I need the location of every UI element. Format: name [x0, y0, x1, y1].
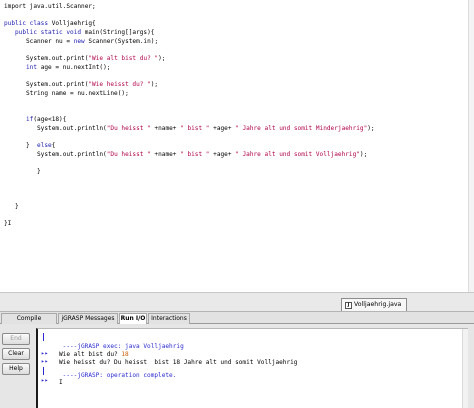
gutter-line	[43, 333, 44, 341]
message-tabs: Compile Messages jGRASP Messages Run I/O…	[0, 312, 474, 332]
code-keyword: else	[37, 142, 52, 149]
tab-compile-messages[interactable]: Compile Messages	[1, 313, 57, 332]
io-button-column: End Clear Help	[0, 324, 34, 408]
code-text: }	[4, 202, 19, 210]
code-line: if(age<18){	[4, 116, 375, 125]
code-line: public static void main(String[]args){	[4, 29, 375, 38]
console-exec-line: ----jGRASP exec: java Volljaehrig	[59, 343, 184, 350]
file-tab-bar: J Volljaehrig.java	[0, 292, 474, 312]
code-text: Volljaehrig{	[51, 20, 96, 28]
code-line: int age = nu.nextInt();	[4, 64, 375, 73]
code-text: +age+	[209, 150, 236, 158]
code-text: (age<18){	[33, 115, 67, 123]
code-text: }	[4, 142, 38, 149]
code-line: System.out.print("Wie heisst du? ");	[4, 81, 375, 90]
console-complete-line: ----jGRASP: operation complete.	[59, 372, 177, 379]
code-text: +name+	[150, 150, 181, 158]
input-arrow-icon: ▸▸	[41, 377, 49, 384]
code-string: "Du heisst "	[106, 150, 151, 158]
code-text: System.out.print(	[4, 81, 89, 89]
code-text: import java.util.Scanner;	[4, 3, 96, 10]
code-keyword: public class	[4, 20, 52, 28]
code-text: +name+	[150, 124, 181, 132]
code-line: public class Volljaehrig{	[4, 20, 375, 29]
code-line: System.out.println("Du heisst " +name+ "…	[4, 125, 375, 134]
code-text: age = nu.nextInt();	[40, 63, 111, 71]
code-line: Scanner nu = new Scanner(System.in);	[4, 38, 375, 47]
code-text: System.out.println(	[4, 124, 107, 132]
code-line: import java.util.Scanner;	[4, 3, 375, 12]
code-line: String name = nu.nextLine();	[4, 90, 375, 99]
gutter-line	[43, 367, 44, 375]
input-arrow-icon: ▸▸	[41, 358, 49, 365]
code-text: }	[4, 168, 41, 176]
user-input-text: 18	[121, 351, 129, 358]
code-text: System.out.print(	[4, 55, 89, 63]
code-line: System.out.print("Wie alt bist du? ");	[4, 55, 375, 64]
code-text: +age+	[209, 124, 236, 132]
console-scrollbar[interactable]	[462, 329, 468, 408]
code-string: " bist "	[180, 150, 210, 158]
code-line: }	[4, 168, 375, 177]
code-text: main(String[]args){	[84, 29, 155, 37]
console-output-line: Wie heisst du? Du heisst bist 18 Jahre a…	[59, 359, 298, 366]
code-text: {	[51, 142, 56, 149]
clear-button[interactable]: Clear	[2, 348, 30, 360]
io-console[interactable]: ▸▸ ▸▸ ▸▸ ----jGRASP exec: java Volljaehr…	[36, 328, 468, 408]
text-cursor: I	[7, 220, 12, 228]
code-string: "Du heisst "	[106, 124, 151, 132]
code-text: String name = nu.nextLine();	[4, 89, 129, 97]
code-line: System.out.println("Du heisst " +name+ "…	[4, 151, 375, 160]
code-text: Scanner nu =	[4, 37, 74, 45]
code-text: System.out.println(	[4, 150, 107, 158]
console-caret: I	[59, 379, 63, 386]
code-text: );	[158, 55, 166, 63]
code-string: " Jahre alt und somit Minderjaehrig"	[235, 124, 368, 132]
run-io-panel: End Clear Help ▸▸ ▸▸ ▸▸ ----jGRASP exec:…	[0, 324, 474, 408]
code-string: " Jahre alt und somit Volljaehrig"	[235, 150, 360, 158]
code-line: }	[4, 203, 375, 212]
file-tab-label: Volljaehrig.java	[354, 301, 402, 308]
console-prompt-age: Wie alt bist du? 18	[59, 351, 129, 359]
code-text: );	[367, 124, 375, 132]
code-editor[interactable]: import java.util.Scanner; public class Vo…	[0, 0, 474, 292]
end-button[interactable]: End	[2, 333, 30, 345]
code-text: Scanner(System.in);	[88, 37, 159, 45]
code-line: } else{	[4, 142, 375, 151]
source-code[interactable]: import java.util.Scanner; public class Vo…	[4, 3, 375, 229]
code-text: );	[150, 81, 159, 89]
code-keyword: new	[73, 37, 89, 45]
prompt-text: Wie alt bist du?	[59, 351, 122, 358]
code-string: "Wie heisst du? "	[88, 81, 151, 89]
code-line: }I	[4, 220, 375, 229]
code-text: );	[359, 150, 368, 158]
file-tab-volljaehrig[interactable]: J Volljaehrig.java	[341, 298, 407, 311]
help-button[interactable]: Help	[2, 363, 30, 375]
code-string: " bist "	[180, 124, 210, 132]
code-keyword: int	[26, 63, 41, 71]
input-arrow-icon: ▸▸	[41, 350, 49, 357]
tab-interactions[interactable]: Interactions	[148, 313, 190, 324]
code-keyword: public static void	[4, 29, 85, 37]
code-string: "Wie alt bist du? "	[88, 55, 159, 63]
java-file-icon: J	[345, 302, 352, 309]
tab-jgrasp-messages[interactable]: jGRASP Messages	[58, 313, 118, 324]
editor-scrollbar[interactable]	[468, 0, 474, 292]
